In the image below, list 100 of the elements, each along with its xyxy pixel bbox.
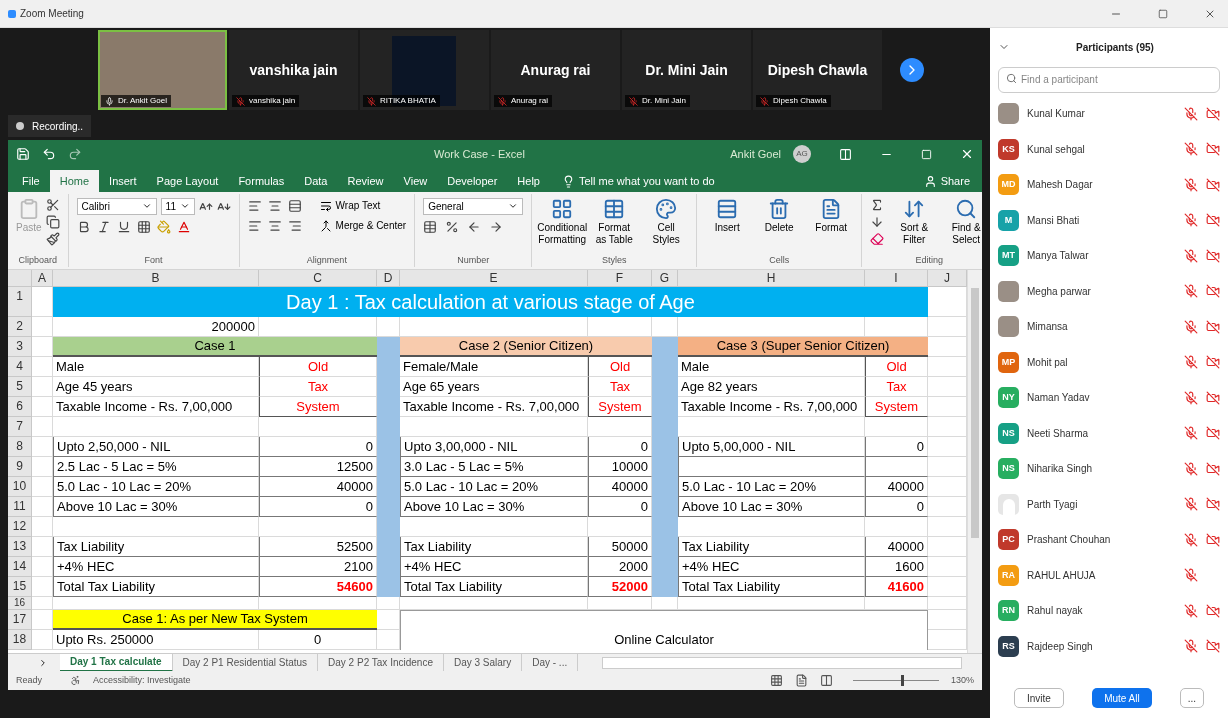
ribbon-display-icon[interactable]: [839, 147, 852, 161]
video-tile[interactable]: Dr. Ankit Goel: [98, 30, 227, 110]
video-off-icon[interactable]: [1206, 319, 1220, 334]
video-tile[interactable]: Dr. Mini Jain Dr. Mini Jain: [622, 30, 751, 110]
undo-icon[interactable]: [42, 147, 56, 161]
muted-mic-icon[interactable]: [1184, 497, 1198, 512]
video-off-icon[interactable]: [1206, 213, 1220, 228]
video-off-icon[interactable]: [1206, 142, 1220, 157]
wrap-text-button[interactable]: Wrap Text: [319, 198, 381, 213]
underline-icon[interactable]: [116, 220, 131, 234]
muted-mic-icon[interactable]: [1184, 248, 1198, 263]
ribbon-button[interactable]: Format: [809, 198, 854, 234]
muted-mic-icon[interactable]: [1184, 142, 1198, 157]
align-right-icon[interactable]: [287, 218, 302, 233]
page-layout-icon[interactable]: [794, 674, 808, 687]
video-off-icon[interactable]: [1206, 106, 1220, 121]
muted-mic-icon[interactable]: [1184, 390, 1198, 405]
eraser-icon[interactable]: [870, 232, 885, 246]
fill-color-icon[interactable]: [156, 220, 171, 234]
redo-icon[interactable]: [68, 147, 82, 161]
participant-row[interactable]: RS Rajdeep Singh: [998, 628, 1220, 664]
muted-mic-icon[interactable]: [1184, 568, 1198, 583]
tell-me-field[interactable]: Tell me what you want to do: [578, 172, 715, 190]
sheet-tab[interactable]: Day 1 Tax calculate: [60, 653, 173, 672]
muted-mic-icon[interactable]: [1184, 319, 1198, 334]
video-off-icon[interactable]: [1206, 603, 1220, 618]
ribbon-button[interactable]: Cell Styles: [644, 198, 689, 246]
share-button[interactable]: Share: [923, 170, 970, 192]
merge-center-button[interactable]: Merge & Center: [319, 218, 407, 233]
vertical-scrollbar[interactable]: [967, 270, 982, 653]
muted-mic-icon[interactable]: [1184, 532, 1198, 547]
ribbon-tab[interactable]: View: [393, 170, 438, 192]
participant-row[interactable]: MD Mahesh Dagar: [998, 167, 1220, 203]
ribbon-button[interactable]: Insert: [705, 198, 750, 234]
ribbon-tab[interactable]: Review: [337, 170, 394, 192]
participant-row[interactable]: RN Rahul nayak: [998, 593, 1220, 629]
participant-row[interactable]: NY Naman Yadav: [998, 380, 1220, 416]
participant-row[interactable]: MP Mohit pal: [998, 344, 1220, 380]
video-off-icon[interactable]: [1206, 461, 1220, 476]
participant-row[interactable]: MT Manya Talwar: [998, 238, 1220, 274]
participant-row[interactable]: NS Niharika Singh: [998, 451, 1220, 487]
ribbon-button[interactable]: Find & Select: [944, 198, 982, 246]
video-off-icon[interactable]: [1206, 497, 1220, 512]
participant-row[interactable]: M Mansi Bhati: [998, 202, 1220, 238]
search-field[interactable]: Find a participant: [998, 66, 1220, 93]
ribbon-tab[interactable]: File: [12, 170, 50, 192]
muted-mic-icon[interactable]: [1184, 461, 1198, 476]
italic-icon[interactable]: [96, 220, 111, 234]
video-off-icon[interactable]: [1206, 532, 1220, 547]
video-tile[interactable]: vanshika jain vanshika jain: [229, 30, 358, 110]
ribbon-tab[interactable]: Home: [49, 170, 100, 192]
zoom-slider-thumb[interactable]: [901, 675, 905, 686]
ribbon-tab[interactable]: Help: [507, 170, 550, 192]
align-center-icon[interactable]: [267, 218, 282, 233]
participant-row[interactable]: NS Neeti Sharma: [998, 415, 1220, 451]
ribbon-tab[interactable]: Data: [294, 170, 338, 192]
restore-icon[interactable]: [1158, 8, 1168, 19]
muted-mic-icon[interactable]: [1184, 106, 1198, 121]
video-off-icon[interactable]: [1206, 284, 1220, 299]
close-icon[interactable]: [960, 147, 974, 161]
video-tile[interactable]: Anurag rai Anurag rai: [491, 30, 620, 110]
ribbon-button[interactable]: Format as Table: [592, 198, 637, 246]
more-button[interactable]: ...: [1180, 688, 1204, 708]
video-off-icon[interactable]: [1206, 426, 1220, 441]
font-name-field[interactable]: Calibri: [76, 198, 157, 215]
video-off-icon[interactable]: [1206, 639, 1220, 654]
ribbon-button[interactable]: Sort & Filter: [892, 198, 937, 246]
participant-row[interactable]: PC Prashant Chouhan: [998, 522, 1220, 558]
font-color-icon[interactable]: [176, 220, 191, 234]
participant-row[interactable]: RA RAHUL AHUJA: [998, 557, 1220, 593]
number-format-field[interactable]: General: [423, 198, 524, 215]
participant-row[interactable]: Kunal Kumar: [998, 96, 1220, 132]
ribbon-tab[interactable]: Page Layout: [146, 170, 229, 192]
horizontal-scrollbar[interactable]: [602, 656, 962, 669]
format-painter-icon[interactable]: [45, 232, 60, 246]
ribbon-tab[interactable]: Developer: [437, 170, 508, 192]
cut-icon[interactable]: [45, 198, 60, 212]
muted-mic-icon[interactable]: [1184, 355, 1198, 370]
muted-mic-icon[interactable]: [1184, 426, 1198, 441]
participant-row[interactable]: Mimansa: [998, 309, 1220, 345]
scroll-tabs-icon[interactable]: [38, 657, 48, 668]
participant-row[interactable]: Parth Tyagi: [998, 486, 1220, 522]
muted-mic-icon[interactable]: [1184, 177, 1198, 192]
muted-mic-icon[interactable]: [1184, 284, 1198, 299]
mute-all-button[interactable]: Mute All: [1092, 688, 1152, 708]
normal-view-icon[interactable]: [769, 674, 783, 687]
video-off-icon[interactable]: [1206, 248, 1220, 263]
next-page-button[interactable]: [900, 58, 924, 82]
copy-icon[interactable]: [45, 215, 60, 229]
align-left-icon[interactable]: [247, 218, 262, 233]
video-off-icon[interactable]: [1206, 355, 1220, 370]
invite-button[interactable]: Invite: [1014, 688, 1064, 708]
percent-icon[interactable]: [445, 220, 460, 234]
video-off-icon[interactable]: [1206, 177, 1220, 192]
muted-mic-icon[interactable]: [1184, 213, 1198, 228]
ribbon-tab[interactable]: Insert: [99, 170, 147, 192]
font-size-field[interactable]: 11: [160, 198, 195, 215]
column-header[interactable]: A: [32, 270, 53, 287]
muted-mic-icon[interactable]: [1184, 639, 1198, 654]
maximize-icon[interactable]: [921, 148, 932, 160]
